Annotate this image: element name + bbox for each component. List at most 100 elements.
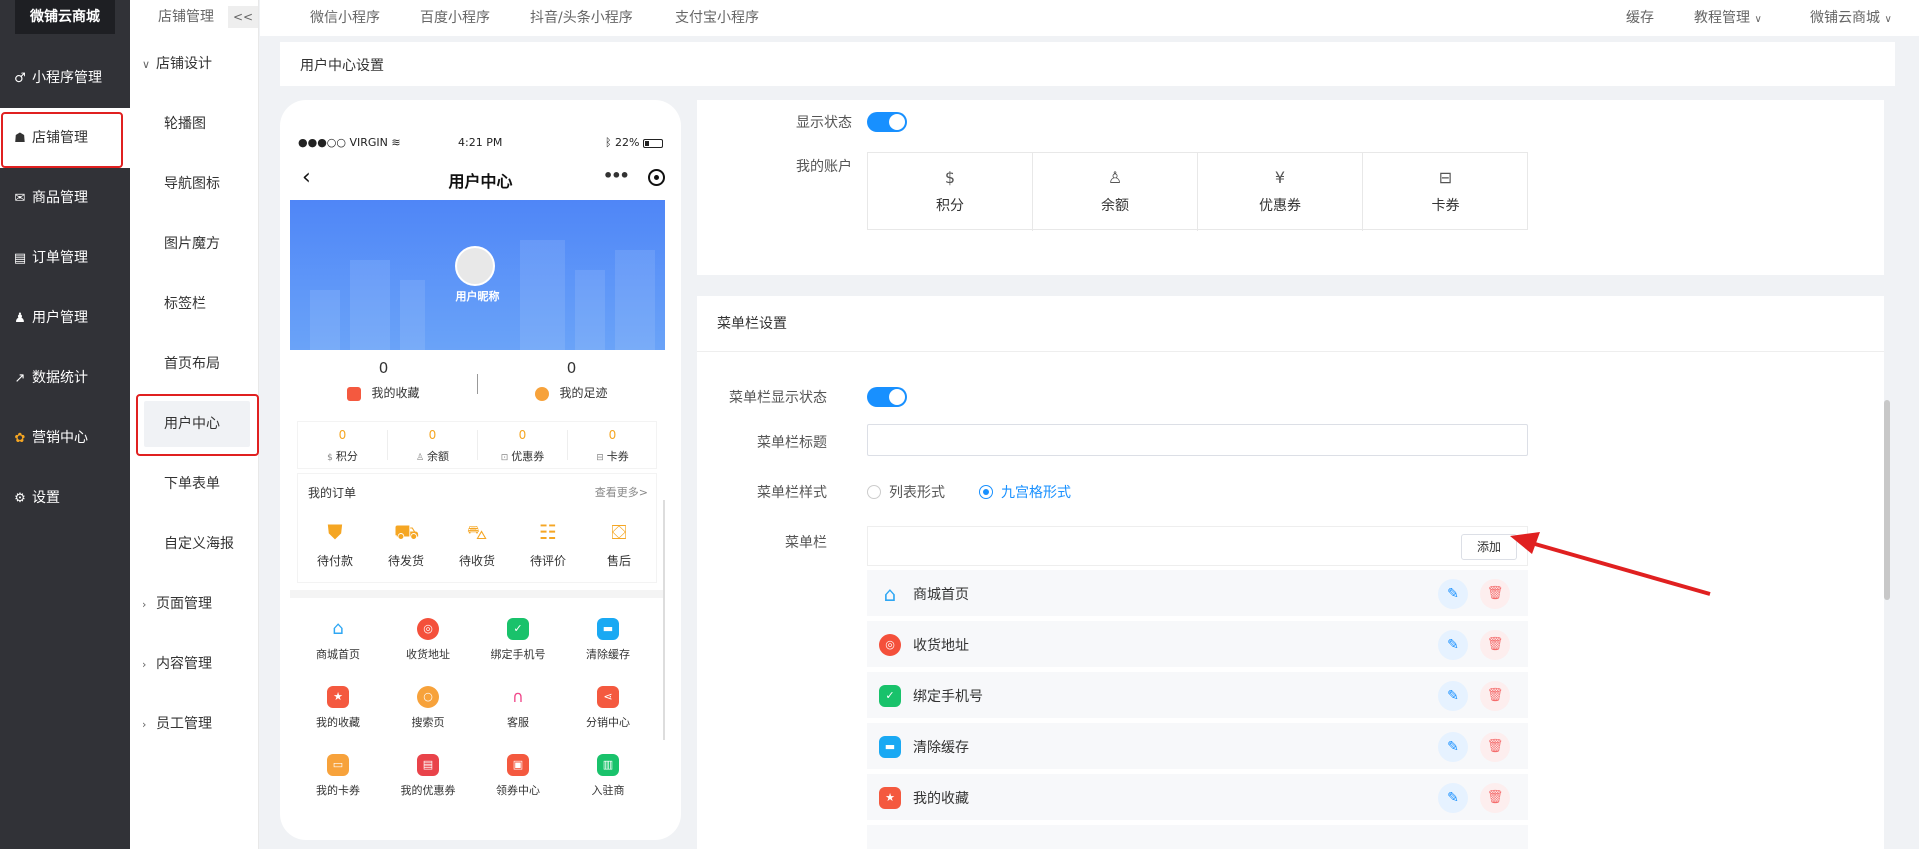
star-icon: ★ xyxy=(879,787,901,809)
more-dots-icon[interactable]: ••• xyxy=(603,166,630,185)
order-after-sales[interactable]: ⛋ 售后 xyxy=(584,520,654,569)
order-pending-receive[interactable]: ⛍ 待收货 xyxy=(442,520,512,569)
nav-item-settings[interactable]: ⚙ 设置 xyxy=(0,468,130,528)
nav-item-products[interactable]: ✉ 商品管理 xyxy=(0,168,130,228)
tab-alipay[interactable]: 支付宝小程序 xyxy=(675,0,759,36)
sub-group-content-manage[interactable]: › 内容管理 xyxy=(130,634,258,694)
nav-item-store[interactable]: ☗ 店铺管理 xyxy=(0,108,130,168)
order-pending-review[interactable]: ☷ 待评价 xyxy=(513,520,583,569)
orders-more-link[interactable]: 查看更多> xyxy=(595,484,648,500)
order-pending-pay[interactable]: ⛊ 待付款 xyxy=(300,520,370,569)
phone-scrollbar[interactable] xyxy=(663,500,665,740)
edit-icon[interactable]: ✎ xyxy=(1438,681,1468,711)
grid-item[interactable]: ⌂ 商城首页 xyxy=(298,618,378,662)
menu-display-toggle[interactable] xyxy=(867,387,907,407)
grid-item[interactable]: ▣ 领券中心 xyxy=(478,754,558,798)
trash-icon[interactable]: 🗑 xyxy=(1480,783,1510,813)
truck-icon: ⛟ xyxy=(394,520,420,544)
left-nav-list: ♂ 小程序管理 ☗ 店铺管理 ✉ 商品管理 ▤ 订单管理 ♟ 用户管理 ↗ 数据统计 ✿ 营销… xyxy=(0,48,130,528)
phone-acct-points[interactable]: 0 $ 积分 xyxy=(298,422,387,468)
clipboard-icon: ☷ xyxy=(539,520,557,544)
sub-group-store-design[interactable]: ∨ 店铺设计 xyxy=(130,34,258,94)
grid-item[interactable]: ◎ 收货地址 xyxy=(388,618,468,662)
link-icon: ♂ xyxy=(14,71,26,86)
phone-acct-balance[interactable]: 0 ♙ 余额 xyxy=(388,422,477,468)
sub-group-staff-manage[interactable]: › 员工管理 xyxy=(130,694,258,754)
order-pending-ship[interactable]: ⛟ 待发货 xyxy=(371,520,441,569)
sub-item-custom-poster[interactable]: 自定义海报 xyxy=(130,514,258,574)
card-icon: ⊟ xyxy=(1438,168,1453,187)
grid-item[interactable]: ○ 搜索页 xyxy=(388,686,468,730)
account-item-points[interactable]: $ 积分 xyxy=(868,153,1033,231)
nav-item-users[interactable]: ♟ 用户管理 xyxy=(0,288,130,348)
account-menu[interactable]: 微铺云商城 ∨ xyxy=(1810,0,1892,38)
home-icon: ⌂ xyxy=(332,618,344,639)
nav-item-marketing[interactable]: ✿ 营销中心 xyxy=(0,408,130,468)
fav-stat[interactable]: 0 我的收藏 xyxy=(290,358,477,401)
tab-douyin[interactable]: 抖音/头条小程序 xyxy=(530,0,633,36)
grid-item[interactable]: ▥ 入驻商 xyxy=(568,754,648,798)
avatar[interactable] xyxy=(455,246,495,286)
edit-icon[interactable]: ✎ xyxy=(1438,732,1468,762)
arrow-head xyxy=(1510,532,1540,554)
menu-title-input[interactable] xyxy=(867,424,1528,456)
folder-icon: ▬ xyxy=(597,618,619,640)
style-grid-radio[interactable]: 九宫格形式 xyxy=(979,482,1071,502)
sub-item-order-form[interactable]: 下单表单 xyxy=(130,454,258,514)
bluetooth-icon: ᛒ xyxy=(604,136,612,149)
display-status-toggle[interactable] xyxy=(867,112,907,132)
search-icon: ○ xyxy=(417,686,439,708)
sub-item-carousel[interactable]: 轮播图 xyxy=(130,94,258,154)
coupon-icon: ¥ xyxy=(1274,168,1286,187)
grid-item[interactable]: ★ 我的收藏 xyxy=(298,686,378,730)
coupon-icon: ▤ xyxy=(417,754,439,776)
grid-item[interactable]: ▤ 我的优惠券 xyxy=(388,754,468,798)
tab-baidu[interactable]: 百度小程序 xyxy=(420,0,490,36)
trash-icon[interactable]: 🗑 xyxy=(1480,681,1510,711)
edit-icon[interactable]: ✎ xyxy=(1438,630,1468,660)
phone-acct-card[interactable]: 0 ⊟ 卡券 xyxy=(568,422,657,468)
nav-item-orders[interactable]: ▤ 订单管理 xyxy=(0,228,130,288)
close-target-icon[interactable] xyxy=(648,169,665,186)
footprint-stat[interactable]: 0 我的足迹 xyxy=(478,358,665,401)
grid-item[interactable]: ⋖ 分销中心 xyxy=(568,686,648,730)
add-menu-item-button[interactable]: 添加 xyxy=(1461,534,1517,560)
edit-icon[interactable]: ✎ xyxy=(1438,783,1468,813)
phone-acct-coupon[interactable]: 0 ⊡ 优惠券 xyxy=(478,422,567,468)
sub-item-image-cube[interactable]: 图片魔方 xyxy=(130,214,258,274)
account-item-coupon[interactable]: ¥ 优惠券 xyxy=(1198,153,1363,231)
collapse-sidebar-button[interactable]: << xyxy=(228,6,258,28)
sub-group-page-manage[interactable]: › 页面管理 xyxy=(130,574,258,634)
menu-items-box: 添加 ⌂ 商城首页 ✎ 🗑 ◎ 收货地址 ✎ 🗑 ✓ 绑定手机号 ✎ 🗑 ▬ 清… xyxy=(867,526,1528,849)
menu-display-label: 菜单栏显示状态 xyxy=(729,390,827,406)
back-icon[interactable]: ‹ xyxy=(302,164,311,192)
trash-icon[interactable]: 🗑 xyxy=(1480,579,1510,609)
bar-chart-icon: ▥ xyxy=(597,754,619,776)
app-logo[interactable]: 微铺云商城 xyxy=(15,0,115,34)
money-bag-icon: ♙ xyxy=(1107,168,1123,187)
account-item-card[interactable]: ⊟ 卡券 xyxy=(1363,153,1528,231)
shield-icon: ✓ xyxy=(507,618,529,640)
sub-item-tabbar[interactable]: 标签栏 xyxy=(130,274,258,334)
edit-icon[interactable]: ✎ xyxy=(1438,579,1468,609)
style-list-radio[interactable]: 列表形式 xyxy=(867,482,945,502)
trash-icon[interactable]: 🗑 xyxy=(1480,732,1510,762)
service-icon: ⛋ xyxy=(611,520,627,544)
grid-item[interactable]: ▬ 清除缓存 xyxy=(568,618,648,662)
cache-link[interactable]: 缓存 xyxy=(1626,0,1654,36)
sub-item-home-layout[interactable]: 首页布局 xyxy=(130,334,258,394)
cart-icon: ⛍ xyxy=(466,520,488,544)
nav-item-stats[interactable]: ↗ 数据统计 xyxy=(0,348,130,408)
tutorial-menu[interactable]: 教程管理 ∨ xyxy=(1694,0,1762,38)
sub-item-user-center[interactable]: 用户中心 xyxy=(130,394,259,456)
grid-item[interactable]: ∩ 客服 xyxy=(478,686,558,730)
grid-item[interactable]: ▭ 我的卡券 xyxy=(298,754,378,798)
sub-item-nav-icons[interactable]: 导航图标 xyxy=(130,154,258,214)
nav-item-miniprogram[interactable]: ♂ 小程序管理 xyxy=(0,48,130,108)
trash-icon[interactable]: 🗑 xyxy=(1480,630,1510,660)
grid-item[interactable]: ✓ 绑定手机号 xyxy=(478,618,558,662)
tab-wechat[interactable]: 微信小程序 xyxy=(310,0,380,36)
page-scrollbar[interactable] xyxy=(1884,400,1890,600)
menu-style-label: 菜单栏样式 xyxy=(757,485,827,501)
account-item-balance[interactable]: ♙ 余额 xyxy=(1033,153,1198,231)
